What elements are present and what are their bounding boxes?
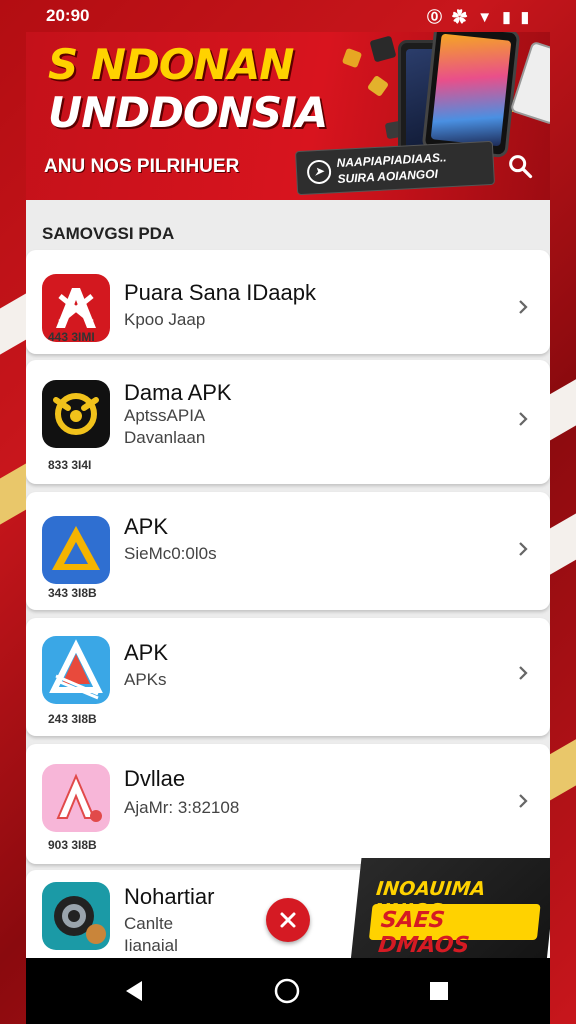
app-subtitle: AjaMr: 3:82108 (124, 798, 240, 817)
section-title: SAMOVGSI PDA (42, 224, 175, 243)
status-icons: ⓪ ✿ ▼ ▮ ▮ (426, 9, 532, 26)
app-name: Dvllae (124, 766, 186, 791)
close-fab-button[interactable] (266, 898, 310, 942)
app-subtitle: APKs (124, 670, 167, 689)
app-subtitle: AptssAPIA (124, 406, 206, 425)
app-size: 243 3I8B (48, 712, 97, 726)
app-subtitle: Kpoo Jaap (124, 310, 206, 329)
app-icon-decoration (366, 74, 390, 98)
system-nav-bar (26, 958, 550, 1024)
chevron-right-icon (519, 794, 528, 808)
app-name: Nohartiar (124, 884, 215, 909)
close-icon (280, 912, 296, 928)
rocket-icon: ➤ (306, 159, 332, 185)
phone-illustration (421, 32, 521, 159)
app-description: Davanlaan (124, 428, 206, 447)
home-icon[interactable] (272, 976, 302, 1006)
chevron-right-icon (519, 666, 528, 680)
header-banner: S NDONAN UNDDONSIA ANU NOS PILRIHUER ➤ N… (26, 32, 550, 200)
banner-title-line2: UNDDONSIA (48, 88, 328, 137)
blue-a-icon (42, 636, 110, 704)
ad-banner[interactable]: INOAUIMA NNIOS SAES DMAOS (350, 858, 550, 958)
yellow-bull-icon (42, 380, 110, 448)
triangle-drive-icon (42, 516, 110, 584)
app-name: Dama APK (124, 380, 232, 405)
status-time: 20:90 (46, 6, 90, 25)
app-list-item[interactable]: APK APKs 243 3I8B (26, 618, 550, 736)
app-list-item[interactable]: Puara Sana IDaapk Kpoo Jaap 443 3IMI (26, 250, 550, 354)
app-subtitle: Canlte (124, 914, 174, 933)
search-icon[interactable] (506, 152, 534, 180)
app-size: 903 3I8B (48, 838, 97, 852)
app-icon-decoration (341, 47, 363, 69)
pink-a-icon (42, 764, 110, 832)
chevron-right-icon (519, 300, 528, 314)
promo-button[interactable]: ➤ NAAPIAPIADIAAS.. SUIRA AOIANGOI (294, 140, 496, 196)
app-size: 343 3I8B (48, 586, 97, 600)
back-icon[interactable] (120, 976, 150, 1006)
app-list-item[interactable]: APK SieMc0:0l0s 343 3I8B (26, 492, 550, 610)
chevron-right-icon (519, 542, 528, 556)
promo-line2: SUIRA AOIANGOI (337, 166, 439, 187)
status-bar: 20:90 ⓪ ✿ ▼ ▮ ▮ (0, 0, 576, 32)
app-list-item[interactable]: Dvllae AjaMr: 3:82108 903 3I8B (26, 744, 550, 864)
app-name: APK (124, 640, 169, 665)
app-name: APK (124, 514, 169, 539)
app-icon-decoration (369, 35, 397, 63)
ad-badge: SAES DMAOS (368, 904, 541, 958)
app-name: Puara Sana IDaapk (124, 280, 317, 305)
chevron-right-icon (519, 412, 528, 426)
app-subtitle: SieMc0:0l0s (124, 544, 217, 563)
recents-icon[interactable] (424, 976, 454, 1006)
app-description: Iianaial (124, 936, 178, 955)
banner-title-line1: S NDONAN (48, 40, 294, 89)
ad-line2: SAES DMAOS (376, 908, 471, 958)
app-size: 833 3I4I (48, 458, 92, 472)
app-size: 443 3IMI (48, 330, 95, 344)
app-screen: S NDONAN UNDDONSIA ANU NOS PILRIHUER ➤ N… (26, 32, 550, 958)
app-list-item[interactable]: Dama APK AptssAPIA Davanlaan 833 3I4I (26, 360, 550, 484)
camera-gear-icon (42, 882, 110, 950)
banner-subtitle: ANU NOS PILRIHUER (44, 156, 240, 177)
